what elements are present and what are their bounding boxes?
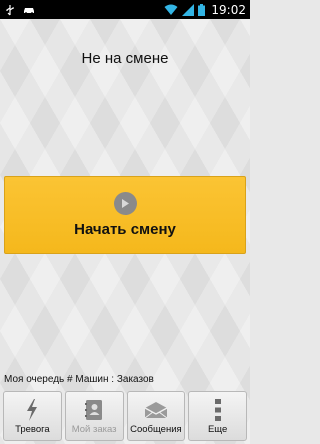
car-icon: [22, 5, 36, 15]
signal-icon: [182, 3, 195, 16]
envelope-icon: [144, 398, 168, 422]
bottom-tab-bar: Тревога Мой заказ Сообщения Еще: [0, 391, 250, 444]
tab-more[interactable]: Еще: [188, 391, 247, 441]
tab-label: Еще: [207, 423, 228, 435]
status-bar: 19:02: [0, 0, 250, 19]
tab-label: Сообщения: [130, 423, 182, 435]
start-shift-label: Начать смену: [74, 221, 176, 238]
battery-icon: [198, 3, 206, 16]
tab-messages[interactable]: Сообщения: [126, 391, 186, 441]
queue-info: Моя очередь # Машин : Заказов: [4, 374, 154, 385]
start-shift-button[interactable]: Начать смену: [4, 176, 246, 254]
tab-label: Тревога: [15, 423, 50, 435]
wifi-icon: [164, 4, 178, 16]
status-clock: 19:02: [211, 2, 246, 17]
tab-my-order[interactable]: Мой заказ: [64, 391, 124, 441]
tab-alarm[interactable]: Тревога: [3, 391, 62, 441]
usb-icon: [4, 4, 16, 16]
main-area: Не на смене Начать смену Моя очередь # М…: [0, 19, 250, 444]
shift-status-label: Не на смене: [81, 50, 169, 67]
contact-book-icon: [85, 398, 103, 422]
lightning-icon: [24, 398, 40, 422]
tab-label: Мой заказ: [71, 423, 117, 435]
play-icon: [113, 192, 137, 215]
more-dots-icon: [214, 398, 221, 422]
